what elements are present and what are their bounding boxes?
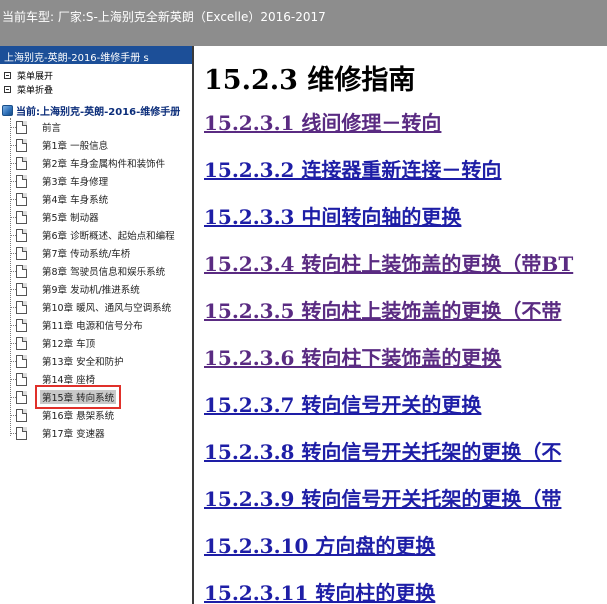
section-link[interactable]: 15.2.3.2 连接器重新连接－转向 [204, 154, 607, 201]
page-icon [16, 138, 27, 152]
sidebar-item-label: 第9章 发动机/推进系统 [42, 285, 140, 296]
sidebar-item-label: 第1章 一般信息 [42, 141, 109, 152]
sidebar-item[interactable]: 第12章 车顶 [0, 334, 192, 352]
sidebar-item-label: 第16章 悬架系统 [42, 411, 115, 422]
page-icon [16, 372, 27, 386]
sidebar-item-label: 第14章 座椅 [42, 375, 96, 386]
sidebar-item-label: 第3章 车身修理 [42, 177, 109, 188]
tree-root-label: 当前:上海别克-英朗-2016-维修手册 [16, 106, 181, 118]
sidebar-item[interactable]: 第15章 转向系统 [0, 385, 192, 409]
sidebar-item-label: 第13章 安全和防护 [42, 357, 124, 368]
tree-root[interactable]: 当前:上海别克-英朗-2016-维修手册 [0, 102, 192, 118]
page-icon [16, 228, 27, 242]
page-icon [16, 246, 27, 260]
page-icon [16, 390, 27, 404]
page-icon [16, 210, 27, 224]
sidebar-item-label: 第11章 电源和信号分布 [42, 321, 143, 332]
page-icon [16, 282, 27, 296]
sidebar-item-label: 第10章 暖风、通风与空调系统 [42, 303, 172, 314]
section-link[interactable]: 15.2.3.9 转向信号开关托架的更换（带 [204, 483, 607, 530]
sidebar-item[interactable]: 第11章 电源和信号分布 [0, 316, 192, 334]
sidebar-item[interactable]: 第8章 驾驶员信息和娱乐系统 [0, 262, 192, 280]
sidebar-item[interactable]: 第7章 传动系统/车桥 [0, 244, 192, 262]
sidebar-item-label: 前言 [42, 123, 62, 134]
sidebar-item-label: 第17章 变速器 [42, 429, 105, 440]
expand-all-label: 菜单展开 [17, 71, 54, 82]
page-icon [16, 264, 27, 278]
main-content: 15.2.3 维修指南 15.2.3.1 线间修理－转向 15.2.3.2 连接器… [196, 46, 607, 604]
expand-icon [4, 71, 11, 79]
sidebar-item-label: 第7章 传动系统/车桥 [42, 249, 131, 260]
page-icon [16, 318, 27, 332]
sidebar-item-label: 第15章 转向系统 [34, 385, 122, 409]
section-link[interactable]: 15.2.3.1 线间修理－转向 [204, 107, 607, 154]
sidebar-item[interactable]: 第10章 暖风、通风与空调系统 [0, 298, 192, 316]
section-link[interactable]: 15.2.3.6 转向柱下装饰盖的更换 [204, 342, 607, 389]
sidebar-item-label: 第5章 制动器 [42, 213, 99, 224]
page-icon [16, 156, 27, 170]
sidebar-item-label: 第8章 驾驶员信息和娱乐系统 [42, 267, 166, 278]
sidebar-item-label: 第4章 车身系统 [42, 195, 109, 206]
sidebar-item[interactable]: 第14章 座椅 [0, 370, 192, 388]
sidebar-item-label: 第2章 车身金属构件和装饰件 [42, 159, 166, 170]
window-title: 当前车型: 厂家:S-上海别克全新英朗（Excelle）2016-2017 [2, 10, 326, 24]
sidebar-item[interactable]: 第5章 制动器 [0, 208, 192, 226]
book-title: 上海别克-英朗-2016-维修手册 s [0, 46, 192, 64]
sidebar-item[interactable]: 第13章 安全和防护 [0, 352, 192, 370]
sidebar-item[interactable]: 第16章 悬架系统 [0, 406, 192, 424]
sidebar-item-label: 第12章 车顶 [42, 339, 96, 350]
sidebar-item[interactable]: 第2章 车身金属构件和装饰件 [0, 154, 192, 172]
sidebar-item-label: 第6章 诊断概述、起始点和编程 [42, 231, 175, 242]
sidebar: 上海别克-英朗-2016-维修手册 s 菜单展开 菜单折叠 当前:上海别克-英朗… [0, 46, 194, 604]
sidebar-item[interactable]: 第1章 一般信息 [0, 136, 192, 154]
book-icon [2, 104, 13, 116]
sidebar-item[interactable]: 第6章 诊断概述、起始点和编程 [0, 226, 192, 244]
sidebar-item[interactable]: 前言 [0, 118, 192, 136]
sidebar-item[interactable]: 第4章 车身系统 [0, 190, 192, 208]
chapter-tree: 前言第1章 一般信息第2章 车身金属构件和装饰件 第3章 车身修理 第4章 车身系统… [0, 118, 192, 442]
page-icon [16, 174, 27, 188]
section-link[interactable]: 15.2.3.11 转向柱的更换 [204, 577, 607, 604]
collapse-icon [4, 85, 11, 93]
section-link[interactable]: 15.2.3.10 方向盘的更换 [204, 530, 607, 577]
collapse-all-button[interactable]: 菜单折叠 [4, 82, 192, 96]
collapse-all-label: 菜单折叠 [17, 85, 54, 96]
section-link[interactable]: 15.2.3.5 转向柱上装饰盖的更换（不带 [204, 295, 607, 342]
page-icon [16, 336, 27, 350]
page-icon [16, 300, 27, 314]
page-icon [16, 354, 27, 368]
section-link[interactable]: 15.2.3.3 中间转向轴的更换 [204, 201, 607, 248]
page-icon [16, 426, 27, 440]
page-icon [16, 408, 27, 422]
section-link[interactable]: 15.2.3.8 转向信号开关托架的更换（不 [204, 436, 607, 483]
sidebar-item[interactable]: 第9章 发动机/推进系统 [0, 280, 192, 298]
section-link[interactable]: 15.2.3.7 转向信号开关的更换 [204, 389, 607, 436]
link-list: 15.2.3.1 线间修理－转向 15.2.3.2 连接器重新连接－转向 15.2.… [204, 107, 607, 604]
page-title: 15.2.3 维修指南 [204, 65, 416, 96]
sidebar-item[interactable]: 第17章 变速器 [0, 424, 192, 442]
page-icon [16, 192, 27, 206]
window-title-bar: 当前车型: 厂家:S-上海别克全新英朗（Excelle）2016-2017 [0, 0, 607, 46]
sidebar-item[interactable]: 第3章 车身修理 [0, 172, 192, 190]
menu-actions: 菜单展开 菜单折叠 [0, 64, 192, 102]
page-icon [16, 120, 27, 134]
section-link[interactable]: 15.2.3.4 转向柱上装饰盖的更换（带BT [204, 248, 607, 295]
expand-all-button[interactable]: 菜单展开 [4, 68, 192, 82]
